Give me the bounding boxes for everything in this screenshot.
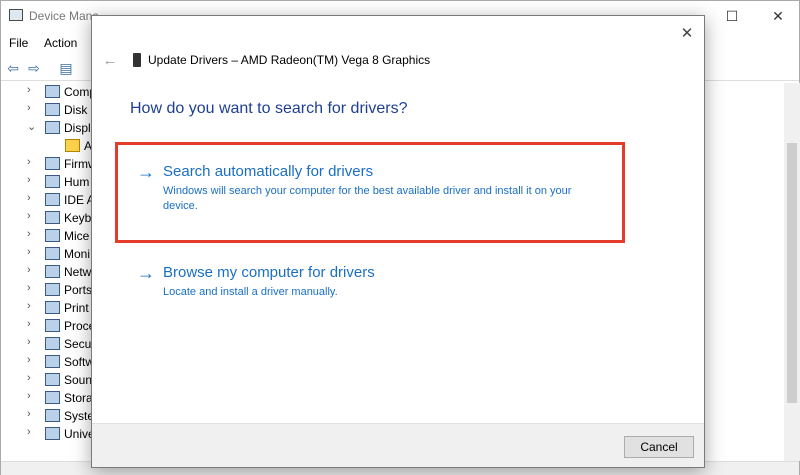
close-button[interactable]: ✕ xyxy=(755,1,800,31)
tree-item-label: Print xyxy=(64,301,89,315)
properties-icon[interactable]: ▤ xyxy=(58,60,74,76)
warning-icon xyxy=(65,139,80,152)
chevron-right-icon[interactable]: › xyxy=(27,426,31,438)
update-drivers-dialog: ✕ ← Update Drivers – AMD Radeon(TM) Vega… xyxy=(91,15,705,468)
tree-item[interactable]: › Softw xyxy=(1,353,101,371)
tree-item[interactable]: › Firmw xyxy=(1,155,101,173)
tree-item[interactable]: › Netw xyxy=(1,263,101,281)
tree-item[interactable]: › IDE A xyxy=(1,191,101,209)
tree-item[interactable]: › Hum xyxy=(1,173,101,191)
back-icon[interactable]: ⇦ xyxy=(5,60,21,76)
tree-item[interactable]: A xyxy=(1,137,101,155)
dialog-footer: Cancel xyxy=(92,423,704,467)
menu-action[interactable]: Action xyxy=(44,36,77,50)
tree-item[interactable]: › Ports xyxy=(1,281,101,299)
tree-item[interactable]: › Soun xyxy=(1,371,101,389)
tree-item[interactable]: › Moni xyxy=(1,245,101,263)
option-description: Windows will search your computer for th… xyxy=(163,185,572,212)
chevron-down-icon[interactable]: ⌄ xyxy=(27,120,36,133)
tree-item[interactable]: › Secur xyxy=(1,335,101,353)
device-icon xyxy=(45,175,60,188)
device-icon xyxy=(45,373,60,386)
chevron-right-icon[interactable]: › xyxy=(27,174,31,186)
tree-item[interactable]: › Mice xyxy=(1,227,101,245)
option-title: Browse my computer for drivers xyxy=(163,264,375,281)
chevron-right-icon[interactable]: › xyxy=(27,84,31,96)
chevron-right-icon[interactable]: › xyxy=(27,282,31,294)
arrow-right-icon: → xyxy=(137,162,155,182)
graphics-card-icon xyxy=(133,53,141,67)
dialog-title: Update Drivers – AMD Radeon(TM) Vega 8 G… xyxy=(148,53,431,67)
tree-item-label: Softw xyxy=(64,355,95,369)
tree-item[interactable]: › Proce xyxy=(1,317,101,335)
device-icon xyxy=(45,355,60,368)
tree-item[interactable]: › Disk d xyxy=(1,101,101,119)
tree-item[interactable]: › Comp xyxy=(1,83,101,101)
device-manager-title: Device Mana xyxy=(29,9,100,23)
chevron-right-icon[interactable]: › xyxy=(27,228,31,240)
device-icon xyxy=(45,121,60,134)
chevron-right-icon[interactable]: › xyxy=(27,156,31,168)
device-manager-icon xyxy=(9,9,23,21)
tree-item-label: Stora xyxy=(64,391,93,405)
device-icon xyxy=(45,103,60,116)
device-icon xyxy=(45,265,60,278)
tree-item-label: Soun xyxy=(64,373,93,387)
chevron-right-icon[interactable]: › xyxy=(27,192,31,204)
device-icon xyxy=(45,319,60,332)
dialog-close-icon[interactable]: ✕ xyxy=(674,20,700,46)
tree-item-label: Hum xyxy=(64,175,90,189)
chevron-right-icon[interactable]: › xyxy=(27,390,31,402)
tree-item-label: Syste xyxy=(64,409,95,423)
device-icon xyxy=(45,409,60,422)
device-icon xyxy=(45,427,60,440)
option-title: Search automatically for drivers xyxy=(163,163,374,180)
device-icon xyxy=(45,283,60,296)
chevron-right-icon[interactable]: › xyxy=(27,102,31,114)
device-icon xyxy=(45,157,60,170)
device-icon xyxy=(45,229,60,242)
chevron-right-icon[interactable]: › xyxy=(27,372,31,384)
menu-file[interactable]: File xyxy=(9,36,28,50)
device-icon xyxy=(45,247,60,260)
tree-item[interactable]: › Unive xyxy=(1,425,101,443)
option-description: Locate and install a driver manually. xyxy=(163,286,338,298)
device-icon xyxy=(45,85,60,98)
device-icon xyxy=(45,193,60,206)
cancel-button[interactable]: Cancel xyxy=(624,436,694,458)
device-icon xyxy=(45,301,60,314)
chevron-right-icon[interactable]: › xyxy=(27,354,31,366)
chevron-right-icon[interactable]: › xyxy=(27,408,31,420)
dialog-question: How do you want to search for drivers? xyxy=(130,100,408,117)
device-icon xyxy=(45,211,60,224)
chevron-right-icon[interactable]: › xyxy=(27,336,31,348)
tree-item[interactable]: › Stora xyxy=(1,389,101,407)
chevron-right-icon[interactable]: › xyxy=(27,300,31,312)
chevron-right-icon[interactable]: › xyxy=(27,210,31,222)
chevron-right-icon[interactable]: › xyxy=(27,264,31,276)
scrollbar-thumb[interactable] xyxy=(787,143,797,403)
tree-item[interactable]: ⌄ Displa xyxy=(1,119,101,137)
chevron-right-icon[interactable]: › xyxy=(27,318,31,330)
scrollbar[interactable] xyxy=(784,83,800,461)
tree-item-label: Mice xyxy=(64,229,90,243)
forward-icon[interactable]: ⇨ xyxy=(26,60,42,76)
arrow-right-icon: → xyxy=(137,263,155,283)
maximize-button[interactable]: ☐ xyxy=(709,1,755,31)
tree-item[interactable]: › Keybo xyxy=(1,209,101,227)
device-icon xyxy=(45,391,60,404)
tree-item[interactable]: › Print xyxy=(1,299,101,317)
device-icon xyxy=(45,337,60,350)
back-arrow-icon[interactable]: ← xyxy=(98,50,122,70)
chevron-right-icon[interactable]: › xyxy=(27,246,31,258)
tree-item-label: Moni xyxy=(64,247,91,261)
tree-item[interactable]: › Syste xyxy=(1,407,101,425)
tree-item-label: Ports xyxy=(64,283,93,297)
tree-item-label: Netw xyxy=(64,265,92,279)
